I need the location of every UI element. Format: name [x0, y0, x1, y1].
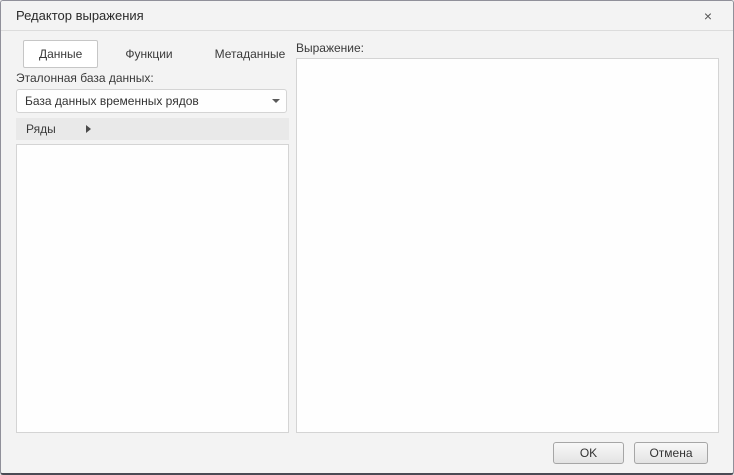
series-group-row[interactable]: Ряды	[16, 118, 289, 140]
tab-data[interactable]: Данные	[23, 40, 98, 68]
tab-functions[interactable]: Функции	[110, 40, 187, 68]
dropdown-arrow-icon[interactable]	[266, 90, 286, 112]
tab-strip: Данные Функции Метаданные	[23, 40, 300, 68]
ok-button-label: OK	[580, 446, 597, 460]
title-bar: Редактор выражения ×	[1, 1, 733, 31]
series-listbox[interactable]	[16, 144, 289, 433]
database-combobox-value: База данных временных рядов	[25, 94, 266, 108]
database-combobox[interactable]: База данных временных рядов	[16, 89, 287, 113]
dialog-title: Редактор выражения	[16, 8, 144, 23]
tab-metadata-label: Метаданные	[215, 47, 286, 61]
tab-metadata[interactable]: Метаданные	[200, 40, 301, 68]
ok-button[interactable]: OK	[553, 442, 624, 464]
expression-label: Выражение:	[296, 41, 364, 55]
tab-functions-label: Функции	[125, 47, 172, 61]
expression-editor-dialog: Редактор выражения × Данные Функции Мета…	[0, 0, 734, 475]
tab-data-label: Данные	[39, 47, 82, 61]
expander-right-icon[interactable]	[86, 125, 91, 133]
cancel-button[interactable]: Отмена	[634, 442, 708, 464]
close-icon[interactable]: ×	[697, 5, 719, 27]
cancel-button-label: Отмена	[649, 446, 692, 460]
expression-input[interactable]	[296, 58, 719, 433]
series-group-label: Ряды	[26, 122, 56, 136]
reference-database-label: Эталонная база данных:	[16, 71, 154, 85]
